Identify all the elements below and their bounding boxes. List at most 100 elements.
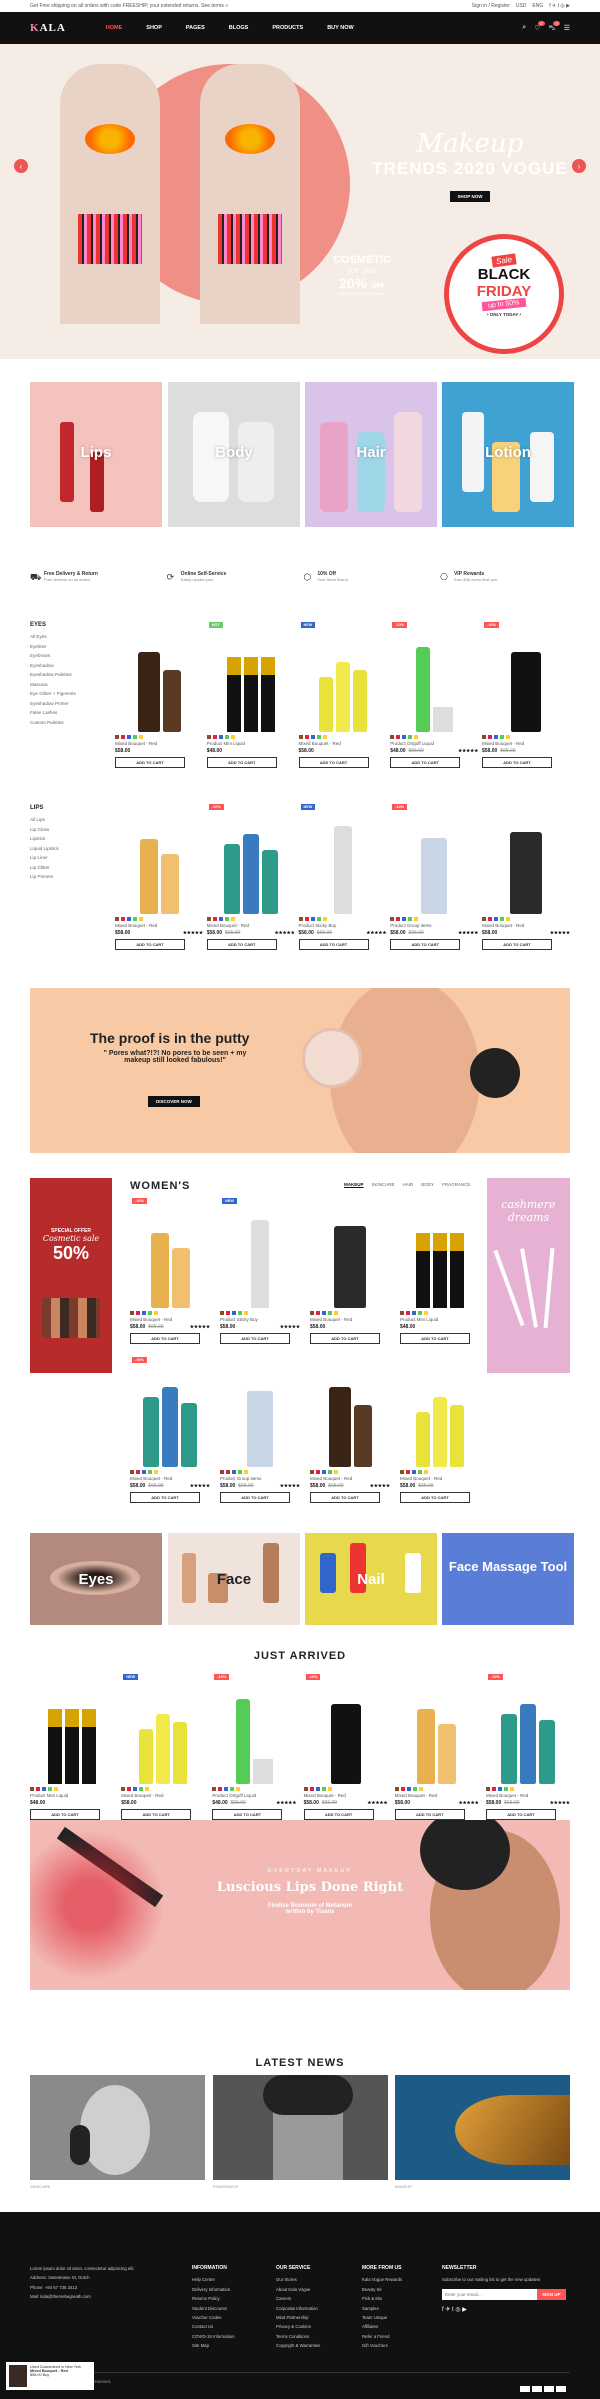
category-lips[interactable]: Lips [30, 382, 162, 527]
eyes-link[interactable]: Eyebrows [30, 651, 100, 661]
product-name[interactable]: Mixed Bouquet - Red [299, 741, 387, 746]
product-card[interactable]: -10% Mixed Bouquet - Red $58.00 $65.00 ADD T… [482, 620, 570, 768]
cart-icon[interactable]: ⛍ 0 [549, 20, 560, 33]
add-to-cart-button[interactable]: ADD TO CART [310, 1492, 380, 1503]
product-image[interactable]: NEW [299, 620, 387, 732]
add-to-cart-button[interactable]: ADD TO CART [390, 757, 461, 768]
product-card[interactable]: -10% Mixed Bouquet - Red $58.00 $65.00 ★★★★★… [130, 1196, 210, 1344]
product-name[interactable]: Mixed Bouquet - Red [486, 1793, 570, 1798]
add-to-cart-button[interactable]: ADD TO CART [220, 1492, 290, 1503]
category-eyes[interactable]: Eyes [30, 1533, 162, 1625]
product-name[interactable]: Product Mini Liquid [30, 1793, 114, 1798]
color-swatches[interactable] [310, 1470, 390, 1474]
color-swatches[interactable] [482, 917, 570, 921]
product-image[interactable] [395, 1672, 479, 1784]
color-swatches[interactable] [390, 735, 478, 739]
add-to-cart-button[interactable]: ADD TO CART [30, 1809, 100, 1820]
eyes-link[interactable]: Eyeshadow Primer [30, 699, 100, 709]
product-image[interactable]: -10% [482, 620, 570, 732]
product-image[interactable]: -10% [130, 1355, 210, 1467]
black-friday-badge[interactable]: Sale BLACK FRIDAY up to 50% • ONLY TODAY… [444, 234, 564, 354]
product-name[interactable]: Mixed Bouquet - Red [207, 923, 295, 928]
add-to-cart-button[interactable]: ADD TO CART [130, 1333, 200, 1344]
product-card[interactable]: -10% Product Ortgoff Liquid $48.00 $55.00 ★★… [212, 1672, 296, 1820]
product-image[interactable]: -10% [390, 620, 478, 732]
lips-link[interactable]: Lip Primers [30, 872, 100, 882]
lips-link[interactable]: Lip Gloss [30, 825, 100, 835]
product-name[interactable]: Mixed Bouquet - Red [482, 741, 570, 746]
product-image[interactable]: HOT [207, 620, 295, 732]
add-to-cart-button[interactable]: ADD TO CART [115, 939, 185, 950]
product-name[interactable]: Mixed Bouquet - Red [115, 923, 203, 928]
product-name[interactable]: Mixed Bouquet - Red [130, 1476, 210, 1481]
footer-link[interactable]: Delivery Information [192, 2285, 235, 2294]
product-name[interactable]: Product Mini Liquid [207, 741, 295, 746]
product-card[interactable]: Mixed Bouquet - Red $58.00 ADD TO CART [115, 620, 203, 768]
logo[interactable]: KALA [30, 22, 66, 34]
product-image[interactable]: -10% [207, 802, 295, 914]
footer-link[interactable]: Careers [276, 2294, 320, 2303]
footer-link[interactable]: Help Centre [192, 2275, 235, 2284]
eyes-link[interactable]: Eyeshadow Palettes [30, 670, 100, 680]
product-name[interactable]: Mixed Bouquet - Red [121, 1793, 205, 1798]
social-icons[interactable]: f ✈ t ◎ ▶ [442, 2306, 572, 2315]
footer-link[interactable]: Mind Partnership [276, 2313, 320, 2322]
prev-arrow-icon[interactable]: ‹ [14, 159, 28, 173]
product-card[interactable]: Mixed Bouquet - Red $58.00 ★★★★★ ADD TO CAR… [115, 802, 203, 950]
category-nail[interactable]: Nail [305, 1533, 437, 1625]
color-swatches[interactable] [400, 1311, 480, 1315]
color-swatches[interactable] [394, 1787, 479, 1791]
product-name[interactable]: Mixed Bouquet - Red [115, 741, 203, 746]
product-card[interactable]: HOT Product Mini Liquid $48.00 ADD TO CART [206, 620, 295, 768]
product-image[interactable]: -10% [130, 1196, 210, 1308]
product-name[interactable]: Mixed Bouquet - Red [482, 923, 570, 928]
color-swatches[interactable] [400, 1470, 480, 1474]
color-swatches[interactable] [212, 1787, 296, 1791]
product-card[interactable]: -10% Mixed Bouquet - Red $58.00 $65.00 ★★★★★… [485, 1672, 570, 1820]
category-hair[interactable]: Hair [305, 382, 437, 527]
product-card[interactable]: Mixed Bouquet - Red $58.00 ★★★★★ ADD TO CAR… [394, 1672, 479, 1820]
footer-link[interactable]: Kala Vogue Rewards [362, 2275, 402, 2284]
category-lotion[interactable]: Lotion [442, 382, 574, 527]
color-swatches[interactable] [220, 1311, 300, 1315]
add-to-cart-button[interactable]: ADD TO CART [121, 1809, 192, 1820]
product-name[interactable]: Mixed Bouquet - Red [400, 1476, 480, 1481]
sign-up-button[interactable]: SIGN UP [537, 2288, 566, 2300]
product-card[interactable]: NEW Product Sticky Buy $58.00 ★★★★★ ADD TO C… [220, 1196, 300, 1344]
color-swatches[interactable] [298, 735, 387, 739]
color-swatches[interactable] [130, 1470, 210, 1474]
footer-link[interactable]: Student Discounts [192, 2304, 235, 2313]
add-to-cart-button[interactable]: ADD TO CART [390, 939, 461, 950]
product-card[interactable]: Product Mini Liquid $48.00 ADD TO CART [400, 1196, 480, 1344]
nav-home[interactable]: HOME [106, 25, 123, 31]
next-arrow-icon[interactable]: › [572, 159, 586, 173]
color-swatches[interactable] [298, 917, 387, 921]
footer-link[interactable]: Contact Us [192, 2322, 235, 2331]
footer-link[interactable]: Copyright & Warranties [276, 2341, 320, 2350]
eyes-link[interactable]: Mascara [30, 680, 100, 690]
product-image[interactable]: NEW [121, 1672, 205, 1784]
eyes-link[interactable]: Eye Glitter + Pigments [30, 689, 100, 699]
color-swatches[interactable] [206, 917, 295, 921]
product-card[interactable]: NEW Mixed Bouquet - Red $58.00 ADD TO CART [121, 1672, 205, 1820]
product-card[interactable]: Product Mini Liquid $48.00 ADD TO CART [30, 1672, 114, 1820]
add-to-cart-button[interactable]: ADD TO CART [400, 1492, 470, 1503]
product-image[interactable] [400, 1355, 480, 1467]
nav-buy-now[interactable]: BUY NOW [327, 25, 353, 31]
footer-link[interactable]: Site Map [192, 2341, 235, 2350]
product-image[interactable] [220, 1355, 300, 1467]
cashmere-banner[interactable]: cashmere dreams [487, 1178, 570, 1373]
footer-link[interactable]: Privacy & Cookies [276, 2322, 320, 2331]
product-name[interactable]: Product Ortgoff Liquid [212, 1793, 296, 1798]
product-name[interactable]: Product Sticky Buy [220, 1317, 300, 1322]
tab-skincare[interactable]: SKINCARE [372, 1182, 395, 1187]
color-swatches[interactable] [482, 735, 570, 739]
menu-icon[interactable]: ☰ [564, 24, 570, 33]
eyes-link[interactable]: False Lashes [30, 708, 100, 718]
eyes-link[interactable]: Eyeshadow [30, 661, 100, 671]
newsletter-email-input[interactable] [442, 2288, 537, 2300]
nav-blogs[interactable]: BLOGS [229, 25, 249, 31]
product-card[interactable]: Mixed Bouquet - Red $58.00 $65.00 ★★★★★ ADD … [310, 1355, 390, 1503]
color-swatches[interactable] [390, 917, 478, 921]
add-to-cart-button[interactable]: ADD TO CART [482, 757, 552, 768]
